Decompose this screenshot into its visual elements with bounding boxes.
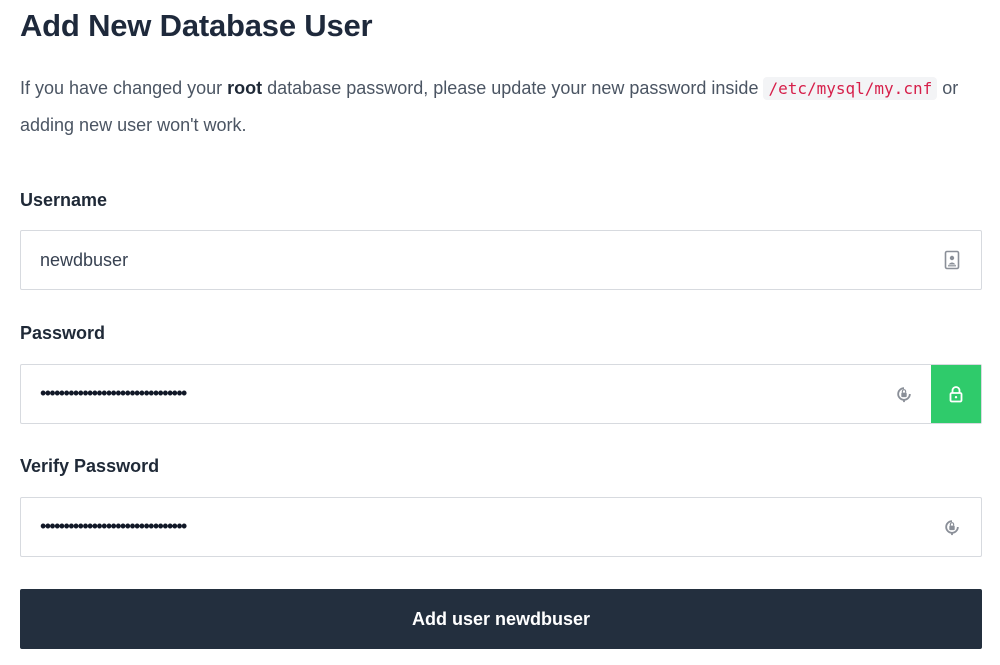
intro-text-middle: database password, please update your ne… xyxy=(262,78,764,98)
username-input[interactable]: newdbuser xyxy=(20,230,982,290)
verify-password-input[interactable]: ••••••••••••••••••••••••••••••• xyxy=(20,497,982,557)
verify-password-masked-value: ••••••••••••••••••••••••••••••• xyxy=(40,516,187,536)
config-path: /etc/mysql/my.cnf xyxy=(763,77,938,100)
add-user-button[interactable]: Add user newdbuser xyxy=(20,589,982,649)
username-value: newdbuser xyxy=(40,250,129,270)
password-manager-icon[interactable] xyxy=(895,383,913,405)
password-manager-icon[interactable] xyxy=(943,516,961,538)
page-title: Add New Database User xyxy=(20,8,373,43)
password-masked-value: ••••••••••••••••••••••••••••••• xyxy=(40,383,187,403)
username-label: Username xyxy=(20,190,108,210)
root-keyword: root xyxy=(227,78,263,98)
verify-password-label: Verify Password xyxy=(20,456,160,476)
password-label: Password xyxy=(20,323,106,343)
intro-text-start: If you have changed your xyxy=(20,78,228,98)
intro-text: If you have changed your root database p… xyxy=(20,70,982,143)
contact-card-icon[interactable] xyxy=(943,249,961,271)
password-input[interactable]: ••••••••••••••••••••••••••••••• xyxy=(20,364,982,424)
generate-password-button[interactable] xyxy=(931,365,981,423)
lock-icon xyxy=(948,385,964,403)
